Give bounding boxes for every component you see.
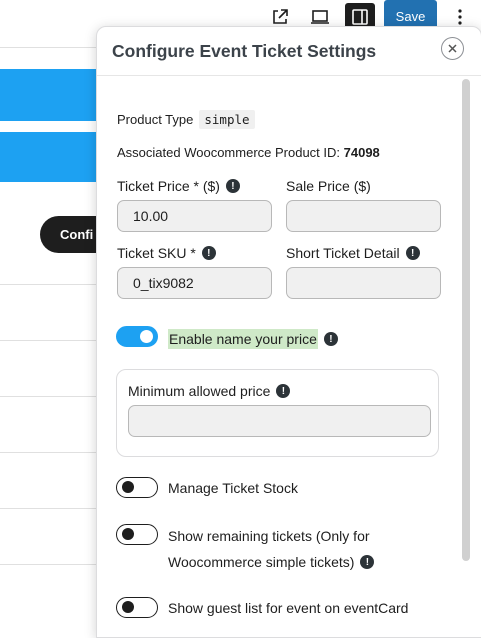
info-icon[interactable]: ! bbox=[225, 179, 240, 193]
info-icon[interactable]: ! bbox=[276, 384, 291, 398]
divider bbox=[0, 47, 100, 48]
guest-list-label: Show guest list for event on eventCard bbox=[168, 600, 409, 616]
ticket-sku-label: Ticket SKU * ! bbox=[117, 245, 216, 261]
info-icon[interactable]: ! bbox=[360, 555, 375, 569]
ticket-sku-input[interactable]: 0_tix9082 bbox=[117, 267, 272, 299]
info-icon[interactable]: ! bbox=[201, 246, 216, 260]
min-price-label: Minimum allowed price ! bbox=[128, 383, 291, 399]
product-id-row: Associated Woocommerce Product ID: 74098 bbox=[117, 145, 380, 160]
remaining-tickets-toggle[interactable] bbox=[116, 524, 158, 545]
info-icon[interactable]: ! bbox=[405, 246, 420, 260]
remaining-tickets-label-line1: Show remaining tickets (Only for bbox=[168, 528, 370, 544]
background-block bbox=[0, 132, 100, 182]
name-your-price-label-text: Enable name your price bbox=[168, 329, 318, 349]
product-id-value: 74098 bbox=[343, 145, 380, 160]
configure-button[interactable]: Confi bbox=[40, 216, 102, 253]
modal-title: Configure Event Ticket Settings bbox=[112, 41, 377, 61]
toggle-knob bbox=[122, 601, 134, 613]
manage-stock-toggle[interactable] bbox=[116, 477, 158, 498]
min-price-section: Minimum allowed price ! bbox=[116, 369, 439, 457]
product-type-row: Product Type simple bbox=[117, 110, 255, 129]
scrollbar[interactable] bbox=[462, 79, 470, 561]
remaining-tickets-label-line2: Woocommerce simple tickets) ! bbox=[168, 554, 375, 570]
close-icon bbox=[448, 44, 457, 53]
ticket-price-label: Ticket Price * ($) ! bbox=[117, 178, 240, 194]
manage-stock-label: Manage Ticket Stock bbox=[168, 480, 298, 496]
product-type-label: Product Type bbox=[117, 112, 194, 127]
short-detail-input[interactable] bbox=[286, 267, 441, 299]
guest-list-toggle[interactable] bbox=[116, 597, 158, 618]
ticket-settings-modal: Configure Event Ticket Settings Product … bbox=[96, 26, 481, 638]
sale-price-label: Sale Price ($) bbox=[286, 178, 371, 194]
divider bbox=[0, 564, 100, 565]
short-detail-label: Short Ticket Detail ! bbox=[286, 245, 420, 261]
name-your-price-label: Enable name your price ! bbox=[168, 329, 338, 349]
toggle-knob bbox=[122, 528, 134, 540]
modal-header: Configure Event Ticket Settings bbox=[97, 27, 481, 76]
divider bbox=[0, 452, 100, 453]
name-your-price-toggle[interactable] bbox=[116, 326, 158, 347]
divider bbox=[0, 340, 100, 341]
divider bbox=[0, 396, 100, 397]
ticket-price-input[interactable]: 10.00 bbox=[117, 200, 272, 232]
toggle-knob bbox=[140, 330, 153, 343]
min-price-input[interactable] bbox=[128, 405, 431, 437]
ticket-sku-label-text: Ticket SKU * bbox=[117, 245, 196, 261]
product-id-label: Associated Woocommerce Product ID: bbox=[117, 145, 341, 160]
background-block bbox=[0, 69, 100, 121]
toggle-knob bbox=[122, 481, 134, 493]
close-button[interactable] bbox=[441, 37, 464, 60]
product-type-value: simple bbox=[199, 110, 255, 129]
info-icon[interactable]: ! bbox=[323, 332, 338, 346]
min-price-label-text: Minimum allowed price bbox=[128, 383, 271, 399]
divider bbox=[0, 284, 100, 285]
ticket-price-label-text: Ticket Price * ($) bbox=[117, 178, 220, 194]
short-detail-label-text: Short Ticket Detail bbox=[286, 245, 400, 261]
divider bbox=[0, 508, 100, 509]
sale-price-input[interactable] bbox=[286, 200, 441, 232]
remaining-tickets-label-text: Woocommerce simple tickets) bbox=[168, 554, 355, 570]
